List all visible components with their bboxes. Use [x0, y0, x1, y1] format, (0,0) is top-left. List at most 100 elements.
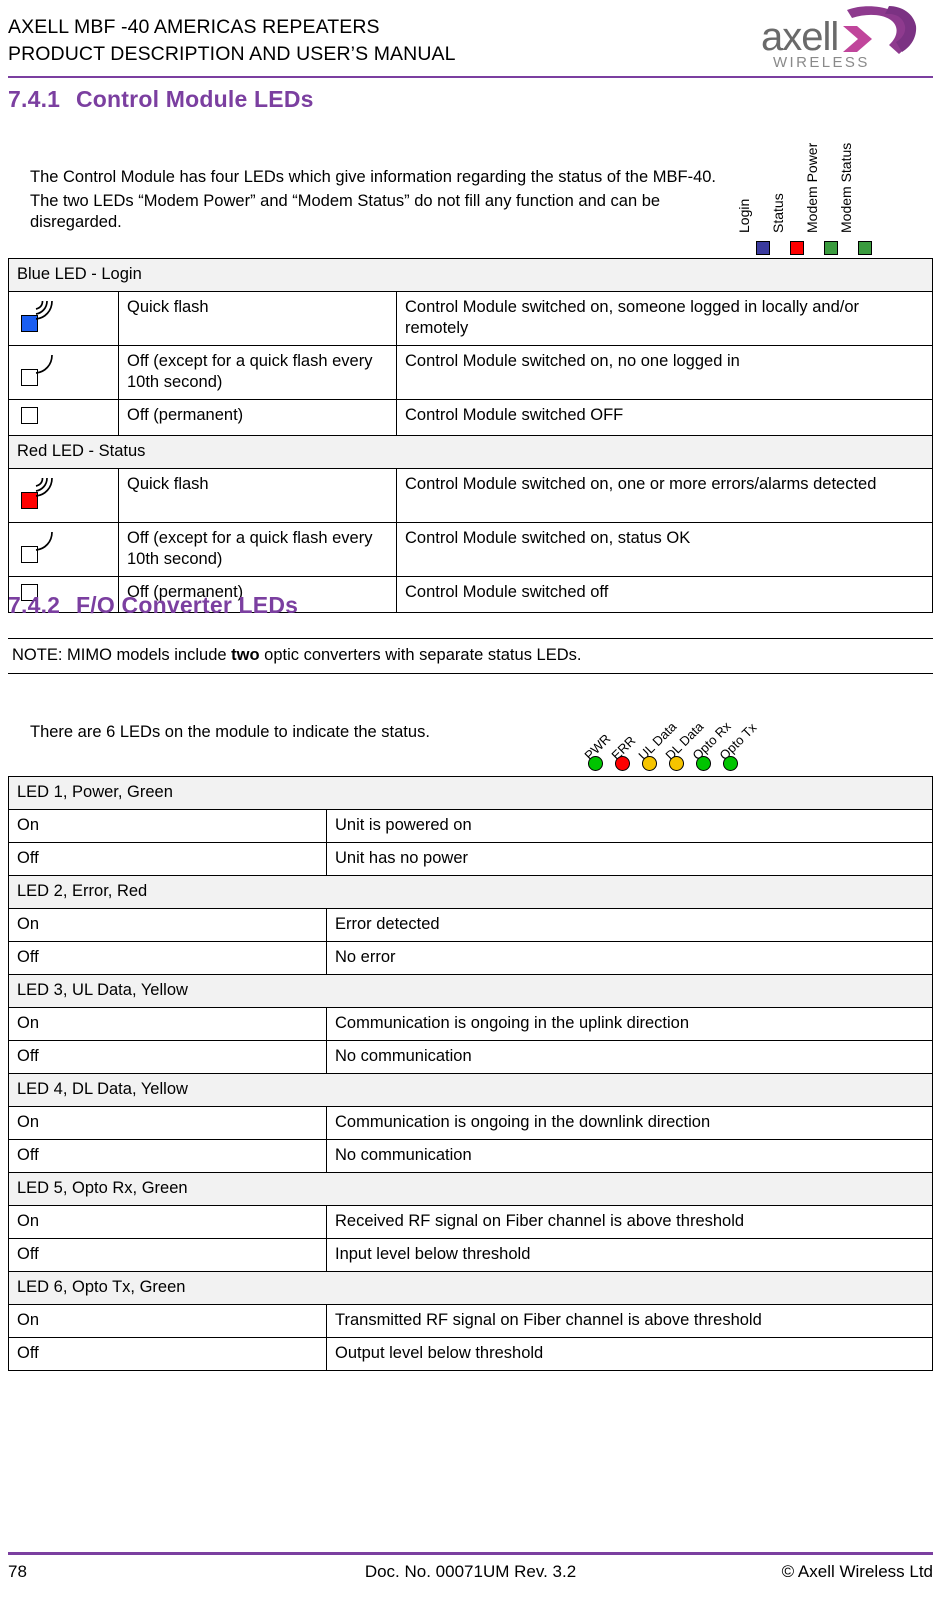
- led-meaning-cell: Control Module switched OFF: [396, 399, 933, 436]
- fo-state-cell: Off: [8, 941, 327, 975]
- legend-label-login: Login: [736, 198, 752, 233]
- legend-label-modem-status: Modem Status: [838, 142, 854, 233]
- fo-state-cell: On: [8, 1205, 327, 1239]
- control-module-led-table: Blue LED - Login Quick flash Control Mod…: [8, 258, 933, 613]
- led-meaning-cell: Control Module switched on, no one logge…: [396, 345, 933, 400]
- table-row: On Unit is powered on: [8, 809, 933, 843]
- section-title-led-2: LED 2, Error, Red: [8, 875, 933, 909]
- led-icon-cell: [8, 468, 119, 523]
- table-row: Off Output level below threshold: [8, 1337, 933, 1371]
- svg-text:axell: axell: [761, 15, 838, 59]
- fo-meaning-cell: Output level below threshold: [326, 1337, 933, 1371]
- table-row: Off Unit has no power: [8, 842, 933, 876]
- fo-state-cell: On: [8, 1106, 327, 1140]
- table-row: Off (except for a quick flash every 10th…: [8, 345, 933, 400]
- led-quick-flash-icon: [17, 297, 71, 339]
- section-title-led-6: LED 6, Opto Tx, Green: [8, 1271, 933, 1305]
- led-state-cell: Quick flash: [118, 468, 397, 523]
- section-title-led-1: LED 1, Power, Green: [8, 776, 933, 810]
- fo-converter-intro: There are 6 LEDs on the module to indica…: [30, 722, 530, 744]
- led-state-cell: Off (permanent): [118, 399, 397, 436]
- table-row: On Communication is ongoing in the uplin…: [8, 1007, 933, 1041]
- table-row: Off Input level below threshold: [8, 1238, 933, 1272]
- led-icon-cell: [8, 522, 119, 577]
- table-row: On Communication is ongoing in the downl…: [8, 1106, 933, 1140]
- page-header: AXELL MBF -40 AMERICAS REPEATERS PRODUCT…: [0, 0, 941, 78]
- led-meaning-cell: Control Module switched on, status OK: [396, 522, 933, 577]
- fo-dot-ul-data: [642, 756, 657, 771]
- fo-meaning-cell: Unit has no power: [326, 842, 933, 876]
- fo-state-cell: On: [8, 809, 327, 843]
- led-off-with-flash-icon: [17, 351, 71, 393]
- table-row: On Error detected: [8, 908, 933, 942]
- table-section-row: LED 2, Error, Red: [8, 875, 933, 909]
- heading-7-4-1-title: Control Module LEDs: [76, 86, 314, 112]
- led-state-cell: Off (except for a quick flash every 10th…: [118, 522, 397, 577]
- heading-7-4-2-number: 7.4.2: [8, 592, 61, 618]
- led-off-with-flash-icon: [17, 528, 71, 570]
- led-icon-cell: [8, 399, 119, 436]
- fo-dot-opto-rx: [696, 756, 711, 771]
- table-section-row: LED 5, Opto Rx, Green: [8, 1172, 933, 1206]
- flash-arcs-icon: [35, 300, 53, 320]
- control-module-intro-p1: The Control Module has four LEDs which g…: [30, 168, 717, 186]
- fo-state-cell: On: [8, 1007, 327, 1041]
- fo-meaning-cell: Communication is ongoing in the downlink…: [326, 1106, 933, 1140]
- fo-meaning-cell: Transmitted RF signal on Fiber channel i…: [326, 1304, 933, 1338]
- heading-7-4-1: 7.4.1 Control Module LEDs: [8, 86, 314, 113]
- fo-state-cell: Off: [8, 842, 327, 876]
- table-section-row: Red LED - Status: [8, 435, 933, 469]
- led-icon-cell: [8, 345, 119, 400]
- table-section-row: LED 6, Opto Tx, Green: [8, 1271, 933, 1305]
- led-off-icon: [17, 405, 71, 429]
- control-module-intro: The Control Module has four LEDs which g…: [30, 167, 730, 234]
- table-row: Off (except for a quick flash every 10th…: [8, 522, 933, 577]
- fo-dot-err: [615, 756, 630, 771]
- table-row: Quick flash Control Module switched on, …: [8, 468, 933, 523]
- led-state-cell: Quick flash: [118, 291, 397, 346]
- section-title-blue-led: Blue LED - Login: [8, 258, 933, 292]
- header-line-1: AXELL MBF -40 AMERICAS REPEATERS: [8, 16, 380, 38]
- fo-meaning-cell: Received RF signal on Fiber channel is a…: [326, 1205, 933, 1239]
- table-row: Quick flash Control Module switched on, …: [8, 291, 933, 346]
- heading-7-4-1-number: 7.4.1: [8, 86, 61, 112]
- header-title-block: AXELL MBF -40 AMERICAS REPEATERS PRODUCT…: [8, 14, 456, 68]
- fo-dot-dl-data: [669, 756, 684, 771]
- led-meaning-cell: Control Module switched on, someone logg…: [396, 291, 933, 346]
- legend-label-status: Status: [770, 193, 786, 233]
- fo-state-cell: Off: [8, 1337, 327, 1371]
- mimo-note: NOTE: MIMO models include two optic conv…: [8, 638, 933, 674]
- led-quick-flash-icon: [17, 474, 71, 516]
- table-section-row: LED 1, Power, Green: [8, 776, 933, 810]
- section-title-led-5: LED 5, Opto Rx, Green: [8, 1172, 933, 1206]
- axell-wireless-logo: axell WIRELESS: [739, 4, 917, 74]
- fo-meaning-cell: Unit is powered on: [326, 809, 933, 843]
- table-section-row: Blue LED - Login: [8, 258, 933, 292]
- note-suffix: optic converters with separate status LE…: [259, 646, 582, 664]
- led-meaning-cell: Control Module switched off: [396, 576, 933, 613]
- table-row: Off No communication: [8, 1040, 933, 1074]
- svg-text:WIRELESS: WIRELESS: [773, 54, 870, 71]
- legend-square-modem-status: [858, 241, 872, 255]
- fo-dot-opto-tx: [723, 756, 738, 771]
- fo-converter-led-diagram: PWR ERR UL Data DL Data Opto Rx Opto Tx: [560, 690, 800, 780]
- fo-state-cell: Off: [8, 1238, 327, 1272]
- footer-divider: [8, 1552, 933, 1555]
- heading-7-4-2-title: F/O Converter LEDs: [76, 592, 299, 618]
- fo-meaning-cell: Error detected: [326, 908, 933, 942]
- table-section-row: LED 3, UL Data, Yellow: [8, 974, 933, 1008]
- note-prefix: NOTE: MIMO models include: [12, 646, 232, 664]
- section-title-led-3: LED 3, UL Data, Yellow: [8, 974, 933, 1008]
- legend-square-login: [756, 241, 770, 255]
- led-icon-cell: [8, 291, 119, 346]
- led-square: [21, 407, 38, 424]
- led-state-cell: Off (except for a quick flash every 10th…: [118, 345, 397, 400]
- control-module-intro-p2: The two LEDs “Modem Power” and “Modem St…: [30, 191, 661, 232]
- table-row: On Received RF signal on Fiber channel i…: [8, 1205, 933, 1239]
- section-title-led-4: LED 4, DL Data, Yellow: [8, 1073, 933, 1107]
- fo-state-cell: Off: [8, 1139, 327, 1173]
- fo-meaning-cell: No error: [326, 941, 933, 975]
- table-row: On Transmitted RF signal on Fiber channe…: [8, 1304, 933, 1338]
- fo-meaning-cell: No communication: [326, 1040, 933, 1074]
- fo-converter-intro-text: There are 6 LEDs on the module to indica…: [30, 723, 430, 741]
